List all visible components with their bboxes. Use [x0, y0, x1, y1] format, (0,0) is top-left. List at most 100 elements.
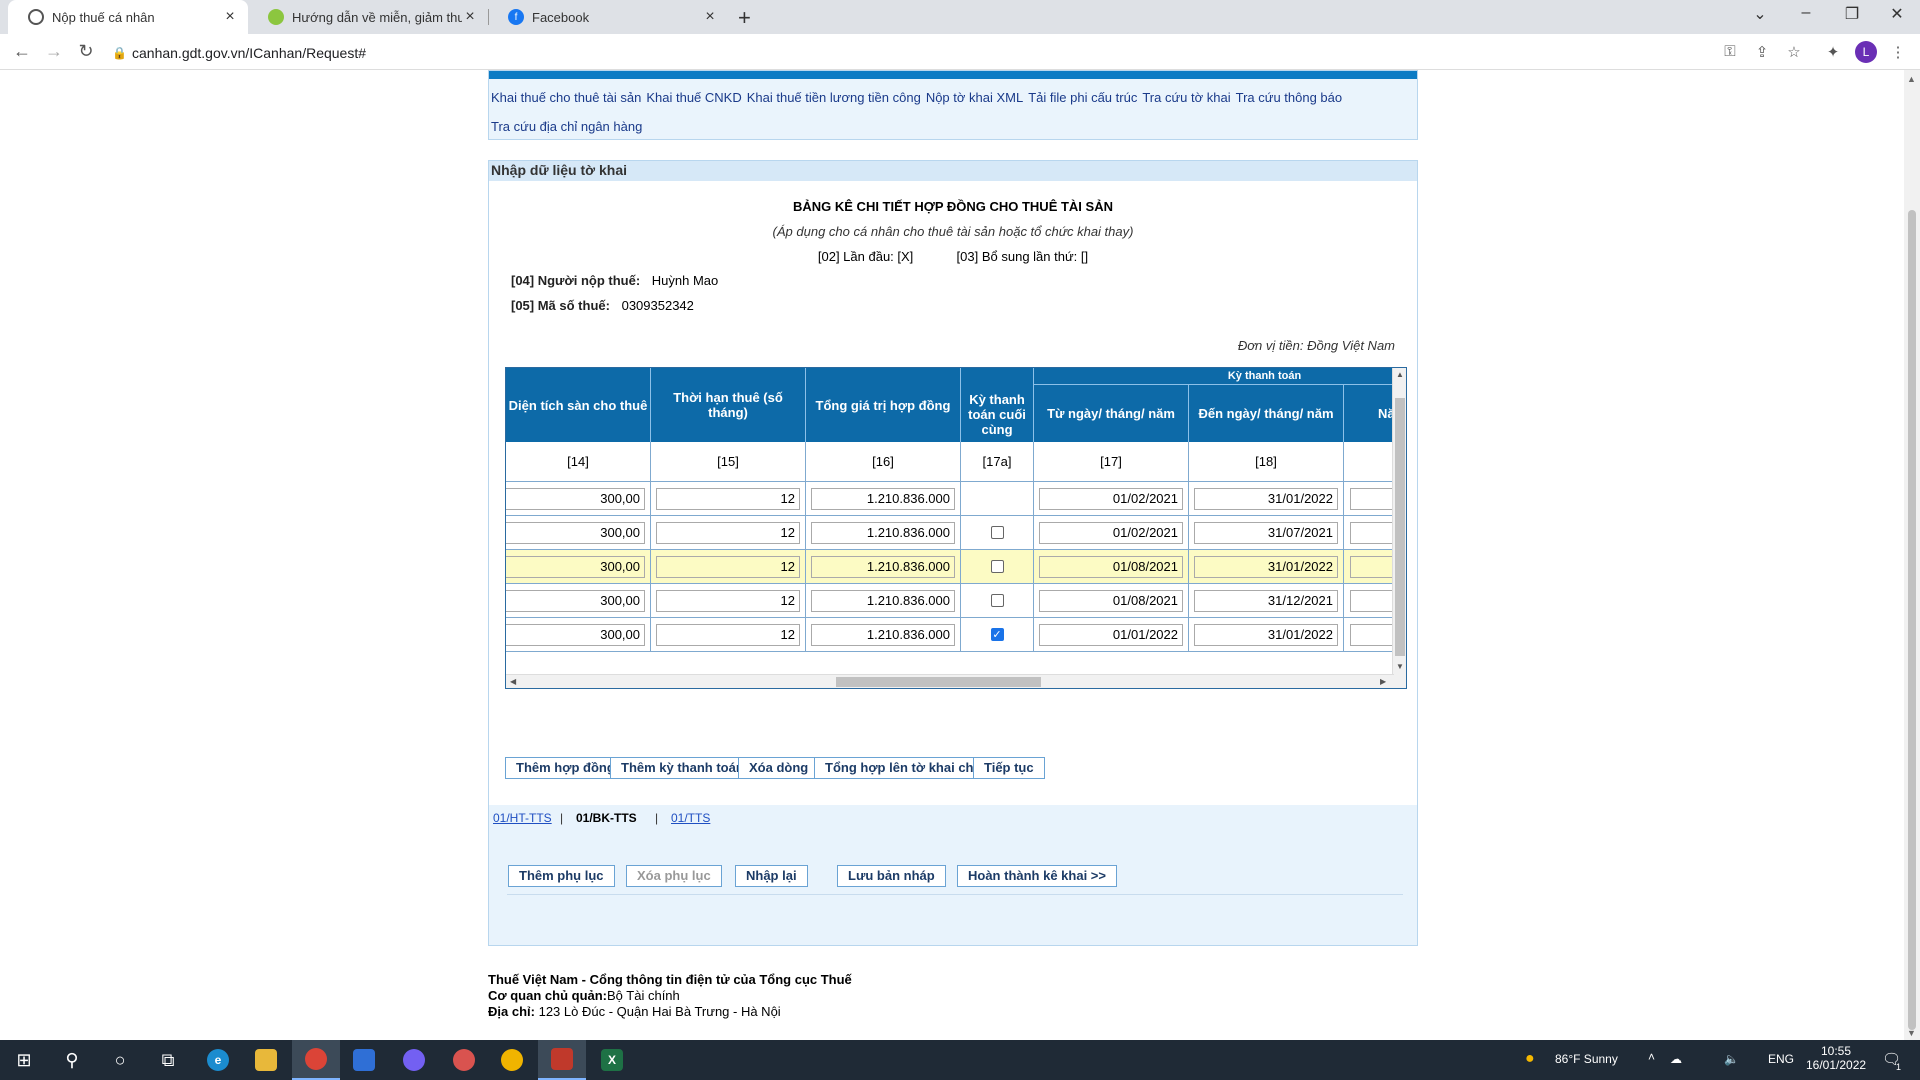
window-close-icon[interactable]: ✕ — [1874, 4, 1920, 24]
value-input[interactable]: 1.210.836.000 — [811, 487, 955, 510]
extensions-icon[interactable]: ✦ — [1823, 43, 1843, 61]
table-cell — [961, 516, 1034, 550]
tab-huong-dan[interactable]: Hướng dẫn về miễn, giảm thuế c × — [248, 0, 488, 34]
viber-icon[interactable] — [390, 1040, 438, 1080]
menu-link-nop-xml[interactable]: Nộp tờ khai XML — [926, 90, 1023, 105]
share-icon[interactable]: ⇪ — [1752, 43, 1772, 61]
col-header-from: Từ ngày/ tháng/ năm — [1034, 385, 1189, 442]
months-input[interactable]: 12 — [656, 589, 800, 612]
search-icon[interactable]: ⚲ — [48, 1040, 96, 1080]
menu-link-khai-thue-cnkd[interactable]: Khai thuế CNKD — [646, 90, 741, 105]
chrome-icon[interactable] — [292, 1040, 340, 1080]
menu-link-tra-cuu-to-khai[interactable]: Tra cứu tờ khai — [1142, 90, 1230, 105]
tab-nop-thue[interactable]: Nộp thuế cá nhân × — [8, 0, 248, 34]
language-indicator[interactable]: ENG — [1768, 1052, 1794, 1066]
close-icon[interactable]: × — [222, 8, 238, 26]
store-icon[interactable] — [340, 1040, 388, 1080]
value-input[interactable]: 1.210.836.000 — [811, 623, 955, 646]
tray-chevron-icon[interactable]: ˄ — [1648, 1050, 1655, 1064]
reload-icon[interactable]: ↻ — [74, 41, 98, 62]
table-cell: 12 — [651, 482, 806, 516]
menu-link-tien-luong[interactable]: Khai thuế tiền lương tiền công — [747, 90, 921, 105]
cortana-icon[interactable]: ○ — [96, 1040, 144, 1080]
from-input[interactable]: 01/02/2021 — [1039, 487, 1183, 510]
table-cell — [961, 482, 1034, 516]
back-icon[interactable]: ← — [10, 41, 34, 62]
url-field[interactable]: 🔒 canhan.gdt.gov.vn/ICanhan/Request# — [112, 40, 1762, 66]
table-cell: 31/07/2021 — [1189, 516, 1344, 550]
minimize-icon[interactable]: – — [1783, 4, 1829, 22]
bookmark-star-icon[interactable]: ☆ — [1784, 43, 1804, 61]
to-input[interactable]: 31/01/2022 — [1194, 487, 1338, 510]
area-input[interactable]: 300,00 — [506, 521, 645, 544]
area-input[interactable]: 300,00 — [506, 555, 645, 578]
menu-link-tra-cuu-thong-bao[interactable]: Tra cứu thông báo — [1236, 90, 1343, 105]
value-input[interactable]: 1.210.836.000 — [811, 555, 955, 578]
to-input[interactable]: 31/01/2022 — [1194, 623, 1338, 646]
close-icon[interactable]: × — [702, 8, 718, 26]
to-input[interactable]: 31/12/2021 — [1194, 589, 1338, 612]
months-input[interactable]: 12 — [656, 623, 800, 646]
from-input[interactable]: 01/02/2021 — [1039, 521, 1183, 544]
months-input[interactable]: 12 — [656, 487, 800, 510]
reset-button[interactable]: Nhập lại — [735, 865, 808, 887]
months-input[interactable]: 12 — [656, 555, 800, 578]
new-tab-button[interactable]: + — [738, 5, 751, 31]
months-input[interactable]: 12 — [656, 521, 800, 544]
add-period-button[interactable]: Thêm kỳ thanh toán — [610, 757, 755, 779]
from-input[interactable]: 01/08/2021 — [1039, 589, 1183, 612]
table-cell — [961, 550, 1034, 584]
weather-text[interactable]: 86°F Sunny — [1555, 1052, 1618, 1066]
annex-link-tts[interactable]: 01/TTS — [671, 811, 710, 825]
table-cell: 1.210.836.000 — [806, 550, 961, 584]
last-period-checkbox[interactable] — [990, 594, 1004, 607]
save-draft-button[interactable]: Lưu bản nháp — [837, 865, 946, 887]
delete-annex-button[interactable]: Xóa phụ lục — [626, 865, 722, 887]
forward-icon[interactable]: → — [42, 41, 66, 62]
task-view-icon[interactable]: ⧉ — [144, 1040, 192, 1080]
area-input[interactable]: 300,00 — [506, 623, 645, 646]
table-horizontal-scrollbar[interactable]: ◀ ▶ — [506, 674, 1394, 688]
area-input[interactable]: 300,00 — [506, 589, 645, 612]
tab-facebook[interactable]: f Facebook × — [488, 0, 728, 34]
value-input[interactable]: 1.210.836.000 — [811, 589, 955, 612]
restore-icon[interactable]: ❐ — [1829, 4, 1875, 24]
finish-button[interactable]: Hoàn thành kê khai >> — [957, 865, 1117, 887]
from-input[interactable]: 01/01/2022 — [1039, 623, 1183, 646]
last-period-checkbox[interactable] — [990, 526, 1004, 539]
menu-icon[interactable]: ⋮ — [1888, 43, 1908, 61]
excel-icon[interactable]: X — [588, 1040, 636, 1080]
to-input[interactable]: 31/07/2021 — [1194, 521, 1338, 544]
menu-link-tai-file[interactable]: Tải file phi cấu trúc — [1028, 90, 1137, 105]
windows-taskbar: ⊞ ⚲ ○ ⧉ e X ● 86°F Sunny ˄ ☁ 🔈 ENG 10:55… — [0, 1040, 1920, 1080]
add-contract-button[interactable]: Thêm hợp đồng — [505, 757, 626, 779]
delete-row-button[interactable]: Xóa dòng — [738, 757, 820, 779]
profile-avatar[interactable]: L — [1855, 41, 1877, 63]
menu-link-tra-cuu-ngan-hang[interactable]: Tra cứu địa chỉ ngân hàng — [491, 119, 642, 134]
file-explorer-icon[interactable] — [242, 1040, 290, 1080]
page-vertical-scrollbar[interactable]: ▲ ▼ — [1904, 70, 1920, 1040]
menu-link-khai-thue-tai-san[interactable]: Khai thuế cho thuê tài sản — [491, 90, 641, 105]
table-vertical-scrollbar[interactable]: ▲ ▼ — [1392, 368, 1406, 688]
annex-link-ht-tts[interactable]: 01/HT-TTS — [493, 811, 552, 825]
to-input[interactable]: 31/01/2022 — [1194, 555, 1338, 578]
area-input[interactable]: 300,00 — [506, 487, 645, 510]
continue-button[interactable]: Tiếp tục — [973, 757, 1045, 779]
tray-volume-icon[interactable]: 🔈 — [1724, 1052, 1739, 1066]
close-icon[interactable]: × — [462, 8, 478, 26]
tab-title: Facebook — [532, 9, 590, 25]
edge-icon[interactable]: e — [194, 1040, 242, 1080]
foxit-icon[interactable] — [538, 1040, 586, 1080]
last-period-checkbox[interactable]: ✓ — [990, 628, 1004, 641]
zalo-icon[interactable] — [440, 1040, 488, 1080]
clock[interactable]: 10:55 16/01/2022 — [1806, 1044, 1866, 1072]
tray-network-icon[interactable]: ☁ — [1670, 1052, 1682, 1066]
windows-start-icon[interactable]: ⊞ — [0, 1040, 48, 1080]
last-period-checkbox[interactable] — [990, 560, 1004, 573]
value-input[interactable]: 1.210.836.000 — [811, 521, 955, 544]
key-icon[interactable]: ⚿ — [1720, 43, 1740, 60]
tab-search-icon[interactable]: ⌄ — [1737, 4, 1783, 24]
add-annex-button[interactable]: Thêm phụ lục — [508, 865, 615, 887]
from-input[interactable]: 01/08/2021 — [1039, 555, 1183, 578]
app-icon[interactable] — [488, 1040, 536, 1080]
